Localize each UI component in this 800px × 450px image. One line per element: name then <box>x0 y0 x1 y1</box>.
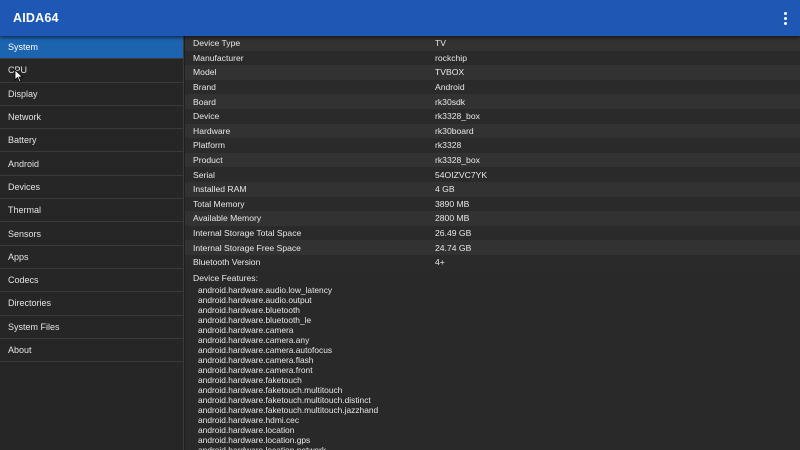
property-value: 2800 MB <box>435 213 470 224</box>
sidebar: System CPU Display Network Battery Android Dev… <box>0 36 184 450</box>
property-name: Model <box>193 67 217 78</box>
property-value: rk3328 <box>435 140 462 151</box>
sidebar-item-network[interactable]: Network <box>0 106 183 130</box>
more-vert-icon <box>783 11 787 25</box>
property-value: rk3328_box <box>435 111 480 122</box>
table-row: Internal Storage Total Space 26.49 GB <box>185 225 800 241</box>
property-name: Available Memory <box>193 213 262 224</box>
overflow-menu-button[interactable] <box>770 0 800 36</box>
property-value: 4+ <box>435 257 445 268</box>
table-row: Total Memory 3890 MB <box>185 196 800 212</box>
list-item: android.hardware.camera <box>198 324 294 335</box>
sidebar-item-cpu[interactable]: CPU <box>0 59 183 83</box>
list-item: android.hardware.location.network <box>198 444 327 450</box>
property-name: Product <box>193 155 223 166</box>
table-row: Hardware rk30board <box>185 123 800 139</box>
list-item: android.hardware.audio.low_latency <box>198 284 333 295</box>
property-name: Installed RAM <box>193 184 247 195</box>
list-item: android.hardware.location <box>198 424 295 435</box>
property-name: Serial <box>193 169 215 180</box>
list-item: android.hardware.camera.flash <box>198 354 314 365</box>
table-row: Device rk3328_box <box>185 108 800 124</box>
list-item: android.hardware.camera.autofocus <box>198 344 333 355</box>
property-name: Total Memory <box>193 198 245 209</box>
list-item: android.hardware.audio.output <box>198 294 312 305</box>
table-row: Device Type TV <box>185 36 800 51</box>
sidebar-item-display[interactable]: Display <box>0 83 183 106</box>
property-value: 26.49 GB <box>435 228 472 239</box>
table-row: Board rk30sdk <box>185 94 800 109</box>
table-row: Brand Android <box>185 79 800 95</box>
app-bar: AIDA64 <box>0 0 800 36</box>
property-name: Brand <box>193 82 216 93</box>
table-row: Product rk3328_box <box>185 152 800 168</box>
property-value: TVBOX <box>435 67 465 78</box>
property-value: 4 GB <box>435 184 455 195</box>
property-table: Device Type TV Manufacturer rockchip Model TV… <box>185 36 800 270</box>
system-detail-panel[interactable]: Device Type TV Manufacturer rockchip Model TV… <box>185 36 800 450</box>
list-item: android.hardware.location.gps <box>198 434 311 445</box>
sidebar-item-android[interactable]: Android <box>0 152 183 176</box>
sidebar-item-about[interactable]: About <box>0 339 183 363</box>
app-title: AIDA64 <box>13 11 59 25</box>
table-row: Model TVBOX <box>185 65 800 80</box>
sidebar-item-system-files[interactable]: System Files <box>0 316 183 339</box>
sidebar-item-directories[interactable]: Directories <box>0 292 183 316</box>
table-row: Serial 54OIZVC7YK <box>185 167 800 182</box>
property-value: 3890 MB <box>435 198 470 209</box>
list-item: android.hardware.camera.front <box>198 364 313 375</box>
table-row: Installed RAM 4 GB <box>185 181 800 197</box>
list-item: android.hardware.hdmi.cec <box>198 414 300 425</box>
table-row: Platform rk3328 <box>185 138 800 153</box>
property-value: 24.74 GB <box>435 242 472 253</box>
sidebar-item-codecs[interactable]: Codecs <box>0 269 183 293</box>
sidebar-item-system[interactable]: System <box>0 36 183 60</box>
list-item: android.hardware.faketouch <box>198 374 302 385</box>
mouse-pointer-icon <box>14 69 24 83</box>
sidebar-item-thermal[interactable]: Thermal <box>0 199 183 223</box>
sidebar-item-battery[interactable]: Battery <box>0 129 183 153</box>
table-row: Internal Storage Free Space 24.74 GB <box>185 240 800 255</box>
property-value: rk30board <box>435 125 474 136</box>
property-value: Android <box>435 82 465 93</box>
device-features-label: Device Features: <box>193 273 258 283</box>
list-item: android.hardware.faketouch.multitouch <box>198 384 343 395</box>
property-name: Device Type <box>193 38 241 49</box>
device-features-list: android.hardware.audio.low_latency androi… <box>185 285 800 450</box>
property-name: Internal Storage Free Space <box>193 242 301 253</box>
device-features-section: Device Features: android.hardware.audio.… <box>185 270 800 450</box>
property-value: rk30sdk <box>435 96 466 107</box>
property-name: Board <box>193 96 216 107</box>
property-value: rk3328_box <box>435 155 480 166</box>
sidebar-item-sensors[interactable]: Sensors <box>0 222 183 246</box>
sidebar-item-devices[interactable]: Devices <box>0 176 183 200</box>
table-row: Bluetooth Version 4+ <box>185 254 800 270</box>
property-name: Bluetooth Version <box>193 257 261 268</box>
list-item: android.hardware.bluetooth_le <box>198 314 312 325</box>
property-name: Platform <box>193 140 225 151</box>
property-name: Internal Storage Total Space <box>193 228 302 239</box>
table-row: Available Memory 2800 MB <box>185 211 800 226</box>
list-item: android.hardware.camera.any <box>198 334 310 345</box>
property-value: TV <box>435 38 446 49</box>
property-value: 54OIZVC7YK <box>435 169 488 180</box>
property-name: Hardware <box>193 125 231 136</box>
table-row: Manufacturer rockchip <box>185 50 800 66</box>
app-window: AIDA64 System CPU Display Network Battery And… <box>0 0 800 450</box>
list-item: android.hardware.faketouch.multitouch.di… <box>198 394 371 405</box>
list-item: android.hardware.bluetooth <box>198 304 300 315</box>
property-name: Device <box>193 111 220 122</box>
property-name: Manufacturer <box>193 52 244 63</box>
property-value: rockchip <box>435 52 467 63</box>
list-item: android.hardware.faketouch.multitouch.ja… <box>198 404 379 415</box>
sidebar-item-apps[interactable]: Apps <box>0 246 183 269</box>
